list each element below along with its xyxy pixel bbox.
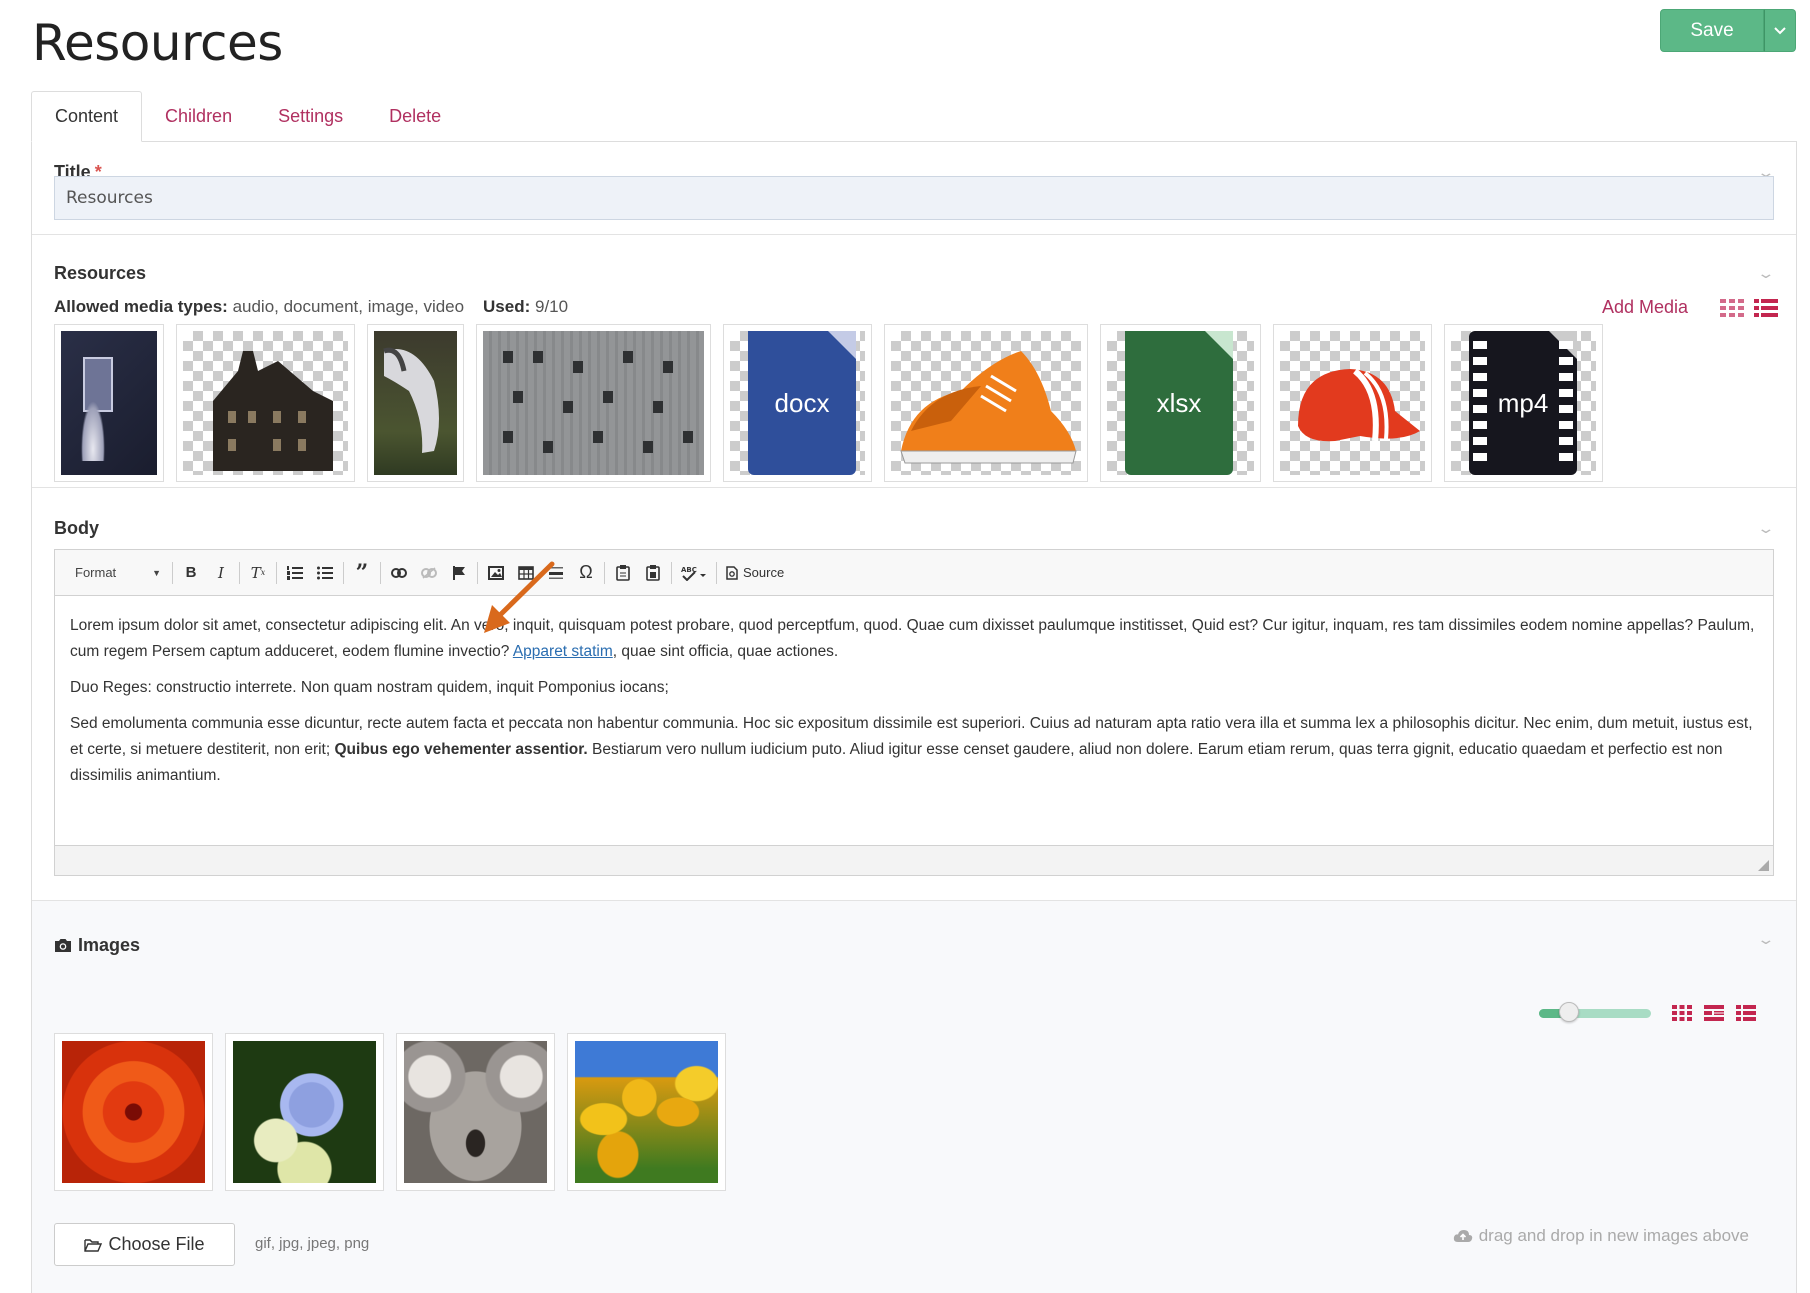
film-strip-icon [1559,341,1573,461]
tab-delete[interactable]: Delete [366,91,464,142]
tab-bar: Content Children Settings Delete [31,91,464,142]
chevron-down-icon[interactable]: ⌄ [1757,520,1776,537]
thumb-size-slider[interactable] [1539,1002,1651,1022]
resource-thumb-red-cap[interactable] [1273,324,1432,482]
house-image [213,351,333,471]
bold-icon[interactable]: B [178,559,204,587]
rich-text-editor[interactable]: Format ▼ B I Tx ” Ω ABC Source Lorem ips… [54,549,1774,876]
images-label: Images [54,935,140,956]
body-paragraph: Lorem ipsum dolor sit amet, consectetur … [70,617,1755,660]
annotation-arrow [484,561,555,633]
editor-status-bar [55,845,1773,875]
resources-label: Resources [54,263,147,283]
resource-thumb-building[interactable] [476,324,711,482]
resource-thumb-mp4[interactable]: mp4 [1444,324,1603,482]
paste-icon[interactable] [610,559,636,587]
xlsx-file-icon: xlsx [1125,331,1233,475]
source-button[interactable]: Source [726,565,784,580]
title-section: Title * ⌄ Resources [32,142,1796,235]
anchor-flag-icon[interactable] [446,559,472,587]
grid-view-icon[interactable] [1672,1005,1692,1021]
resource-thumb-sneakers[interactable] [884,324,1088,482]
resource-thumb-xlsx[interactable]: xlsx [1100,324,1261,482]
italic-icon[interactable]: I [208,559,234,587]
drop-hint: drag and drop in new images above [1453,1226,1749,1246]
file-ext-label: docx [774,387,830,418]
detail-view-icon[interactable] [1704,1005,1724,1021]
sneakers-image [900,351,1077,464]
chevron-down-icon[interactable]: ⌄ [1757,265,1776,282]
file-ext-label: xlsx [1156,387,1202,418]
camera-icon [55,939,71,952]
clear-format-icon[interactable]: Tx [245,559,271,587]
image-thumb-tulips[interactable] [567,1033,726,1191]
tab-settings[interactable]: Settings [255,91,366,142]
numbered-list-icon[interactable] [282,559,308,587]
body-paragraph: Duo Reges: constructio interrete. Non qu… [70,679,669,696]
film-strip-icon [1473,341,1487,461]
resource-thumb-woman-window[interactable] [54,324,164,482]
unlink-icon[interactable] [416,559,442,587]
list-view-icon[interactable] [1754,299,1778,317]
folder-open-icon [84,1238,103,1252]
body-section: Body ⌄ Format ▼ B I Tx ” Ω ABC Source Lo… [32,488,1796,901]
image-thumb-hydrangea[interactable] [225,1033,384,1191]
resource-thumb-haunted-house[interactable] [176,324,355,482]
blockquote-icon[interactable]: ” [349,559,375,587]
tab-content[interactable]: Content [31,91,143,142]
tab-children[interactable]: Children [142,91,255,142]
mp4-file-icon: mp4 [1469,331,1577,475]
title-input[interactable]: Resources [54,176,1774,220]
chevron-down-icon[interactable]: ⌄ [1757,931,1776,948]
image-thumb-red-flower[interactable] [54,1033,213,1191]
choose-file-button[interactable]: Choose File [54,1223,235,1266]
red-cap-image [1298,368,1420,442]
save-dropdown-toggle[interactable] [1764,9,1796,52]
docx-file-icon: docx [748,331,856,475]
editor-toolbar: Format ▼ B I Tx ” Ω ABC Source [55,550,1773,596]
paste-text-icon[interactable] [640,559,666,587]
resources-section: Resources ⌄ Allowed media types: audio, … [32,235,1796,488]
resource-thumb-docx[interactable]: docx [723,324,872,482]
body-label: Body [54,518,99,538]
add-media-link[interactable]: Add Media [1602,297,1688,318]
save-button-group: Save [1660,9,1796,52]
format-dropdown[interactable]: Format ▼ [63,558,169,588]
special-char-icon[interactable]: Ω [573,559,599,587]
chevron-down-icon [1774,26,1786,34]
save-button[interactable]: Save [1660,9,1764,52]
resource-thumb-horse[interactable] [367,324,464,482]
body-paragraph: Sed emolumenta communia esse dicuntur, r… [70,715,1753,784]
editor-content[interactable]: Lorem ipsum dolor sit amet, consectetur … [55,596,1773,844]
image-thumb-koala[interactable] [396,1033,555,1191]
link-icon[interactable] [386,559,412,587]
media-info: Allowed media types: audio, document, im… [54,297,569,316]
apparet-statim-link[interactable]: Apparet statim [513,643,613,660]
content-panel: Title * ⌄ Resources Resources ⌄ Allowed m… [31,141,1797,1293]
building-image [483,331,704,475]
resize-handle[interactable] [1758,860,1769,871]
cloud-upload-icon [1453,1230,1472,1242]
list-view-icon[interactable] [1736,1005,1756,1021]
allowed-file-types: gif, jpg, jpeg, png [255,1235,370,1252]
horse-image [383,347,439,453]
file-ext-label: mp4 [1497,387,1549,418]
bulleted-list-icon[interactable] [312,559,338,587]
spellcheck-icon[interactable]: ABC [677,559,711,587]
source-icon [726,565,738,580]
page-title: Resources [32,14,283,72]
grid-view-icon[interactable] [1720,299,1744,317]
